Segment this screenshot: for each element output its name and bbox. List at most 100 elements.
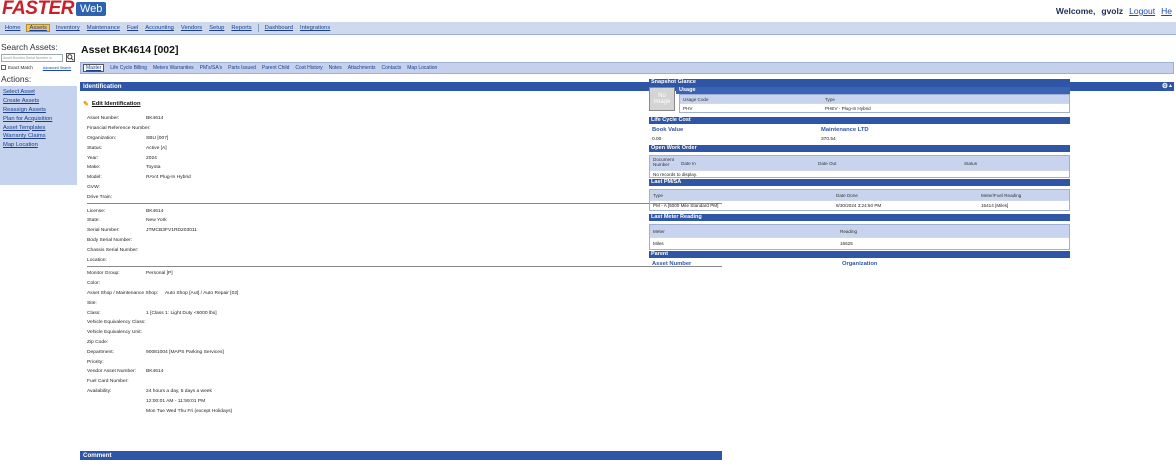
tab-pms-sas[interactable]: PM's/SA's xyxy=(200,65,222,71)
field-value: 1 [Class 1: Light Duty <6000 lbs] xyxy=(146,310,217,316)
logout-link[interactable]: Logout xyxy=(1129,6,1155,16)
tab-master[interactable]: Master xyxy=(83,64,105,72)
help-link[interactable]: He xyxy=(1161,6,1172,16)
action-create-assets[interactable]: Create Assets xyxy=(3,98,77,104)
field-row: Location: xyxy=(87,255,722,265)
search-icon xyxy=(67,54,74,61)
usage-type-cell: PHEV - Plug-In Hybrid xyxy=(825,105,871,111)
search-button[interactable] xyxy=(66,53,75,62)
maintenance-ltd-label: Maintenance LTD xyxy=(821,126,869,133)
nav-setup[interactable]: Setup xyxy=(208,25,225,31)
col-reading: Reading xyxy=(840,228,858,234)
field-label: GVW: xyxy=(87,184,100,190)
edit-identification-link[interactable]: ✎ Edit Identification xyxy=(83,100,141,108)
welcome-area: Welcome, gvolz Logout He xyxy=(1056,6,1172,16)
field-label: Make: xyxy=(87,165,101,171)
tab-contacts[interactable]: Contacts xyxy=(382,65,402,71)
nav-dashboard[interactable]: Dashboard xyxy=(264,25,294,31)
pencil-icon: ✎ xyxy=(83,101,89,108)
field-row: Monitor Group: Personal [P] xyxy=(87,269,722,279)
action-select-asset[interactable]: Select Asset xyxy=(3,89,77,95)
field-label: Department: xyxy=(87,349,114,355)
col-document-number: Document Number xyxy=(653,158,674,167)
asset-search-input[interactable]: Asset Number,Serial Number or xyxy=(1,53,63,62)
action-warranty-claims[interactable]: Warranty Claims xyxy=(3,133,77,139)
page-title: Asset BK4614 [002] xyxy=(81,44,179,56)
meter-reading-cell: 16625 xyxy=(840,241,853,246)
table-row: PM - A [5000 Mile Standard PM] 8/30/2024… xyxy=(650,200,1069,210)
book-value: 0.00 xyxy=(652,136,662,142)
open-work-order-table: Document Number Date In Date Out Status … xyxy=(649,155,1070,178)
last-pm-sa-header: Last PM/SA xyxy=(649,179,1070,186)
field-value: BK4614 xyxy=(146,116,164,122)
action-asset-templates[interactable]: Asset Templates xyxy=(3,125,77,131)
col-pm-type: Type xyxy=(653,192,663,198)
tab-parts-issued[interactable]: Parts Issued xyxy=(228,65,256,71)
field-label: Body Serial Number: xyxy=(87,237,133,243)
field-label: Vehicle Equivalency Class: xyxy=(87,320,146,326)
field-row: Drive Train: xyxy=(87,192,722,202)
top-header: FASTER Web Welcome, gvolz Logout He xyxy=(0,0,1176,22)
action-plan-acquisition[interactable]: Plan for Acquisition xyxy=(3,116,77,122)
tab-parent-child[interactable]: Parent Child xyxy=(262,65,290,71)
logo-text: FASTER xyxy=(2,0,74,19)
pm-date-cell: 8/30/2024 3:24:50 PM xyxy=(836,203,882,208)
nav-home[interactable]: Home xyxy=(4,25,21,31)
field-row: Organization: SBU [007] xyxy=(87,134,722,144)
advanced-search-link[interactable]: Advanced Search xyxy=(43,66,71,70)
faster-web-logo[interactable]: FASTER Web xyxy=(2,0,107,19)
col-meter-fuel-reading: Meter/Fuel Reading xyxy=(981,192,1022,198)
action-map-location[interactable]: Map Location xyxy=(3,142,77,148)
field-row: Zip Code: xyxy=(87,338,722,348)
field-label: Financial Reference Number: xyxy=(87,126,151,132)
field-value: Personal [P] xyxy=(146,271,173,277)
action-reassign-assets[interactable]: Reassign Assets xyxy=(3,107,77,113)
field-label: Status: xyxy=(87,145,103,151)
field-row: Availability: 24 hours a day, 5 days a we… xyxy=(87,387,722,397)
nav-accounting[interactable]: Accounting xyxy=(144,25,175,31)
field-row: License: BK4614 xyxy=(87,206,722,216)
book-value-label: Book Value xyxy=(652,126,684,133)
field-value: 90081004 [MAPS Parking Services] xyxy=(146,349,224,355)
field-value: Mon Tue Wed Thu Fri (except Holidays) xyxy=(146,408,233,414)
nav-reports[interactable]: Reports xyxy=(230,25,252,31)
parent-organization-label: Organization xyxy=(842,261,878,267)
tab-map-location[interactable]: Map Location xyxy=(407,65,437,71)
field-row: Status: Active [A] xyxy=(87,143,722,153)
collapse-caret-icon[interactable]: ▲ xyxy=(1168,82,1173,91)
tab-attachments[interactable]: Attachments xyxy=(348,65,376,71)
nav-inventory[interactable]: Inventory xyxy=(55,25,81,31)
tab-notes[interactable]: Notes xyxy=(329,65,342,71)
field-row: Vendor Asset Number: BK4614 xyxy=(87,367,722,377)
nav-assets[interactable]: Assets xyxy=(26,24,50,32)
exact-match-checkbox[interactable] xyxy=(1,65,6,70)
field-row: Model: RAV4 Plug-In Hybrid xyxy=(87,173,722,183)
field-row: Asset Number: BK4614 xyxy=(87,114,722,124)
gear-icon[interactable]: ⚙ xyxy=(1162,82,1168,91)
nav-vendors[interactable]: Vendors xyxy=(180,25,203,31)
field-row: Asset Shop / Maintenance Shop: Auto Shop … xyxy=(87,289,722,299)
field-row: Fuel Card Number: xyxy=(87,377,722,387)
field-row: Color: xyxy=(87,279,722,289)
field-value: New York xyxy=(146,218,167,224)
field-row: Make: Toyota xyxy=(87,163,722,173)
field-row: Vehicle Equivalency Unit: xyxy=(87,328,722,338)
field-label: Fuel Card Number: xyxy=(87,379,129,385)
field-label: Site: xyxy=(87,300,97,306)
field-label: Vendor Asset Number: xyxy=(87,369,136,375)
field-label: State: xyxy=(87,218,100,224)
tab-meters-warranties[interactable]: Meters Warranties xyxy=(153,65,194,71)
usage-code-cell: PHV xyxy=(683,105,693,111)
nav-fuel[interactable]: Fuel xyxy=(126,25,139,31)
field-label: Serial Number: xyxy=(87,228,120,234)
nav-integrations[interactable]: Integrations xyxy=(299,25,331,31)
field-value: Auto Shop [Aut] / Auto Repair [02] xyxy=(165,290,239,296)
tab-life-cycle-billing[interactable]: Life Cycle Billing xyxy=(110,65,147,71)
snapshot-panel: Snapshot Glance No Image Usage Usage Cod… xyxy=(649,79,1070,269)
field-value: RAV4 Plug-In Hybrid xyxy=(146,175,191,181)
tab-cost-history[interactable]: Cost History xyxy=(295,65,322,71)
field-label: Chassis Serial Number: xyxy=(87,247,139,253)
nav-maintenance[interactable]: Maintenance xyxy=(86,25,121,31)
usage-header: Usage xyxy=(676,87,1070,94)
usage-table: Usage Code Type PHV PHEV - Plug-In Hybri… xyxy=(679,94,1070,113)
